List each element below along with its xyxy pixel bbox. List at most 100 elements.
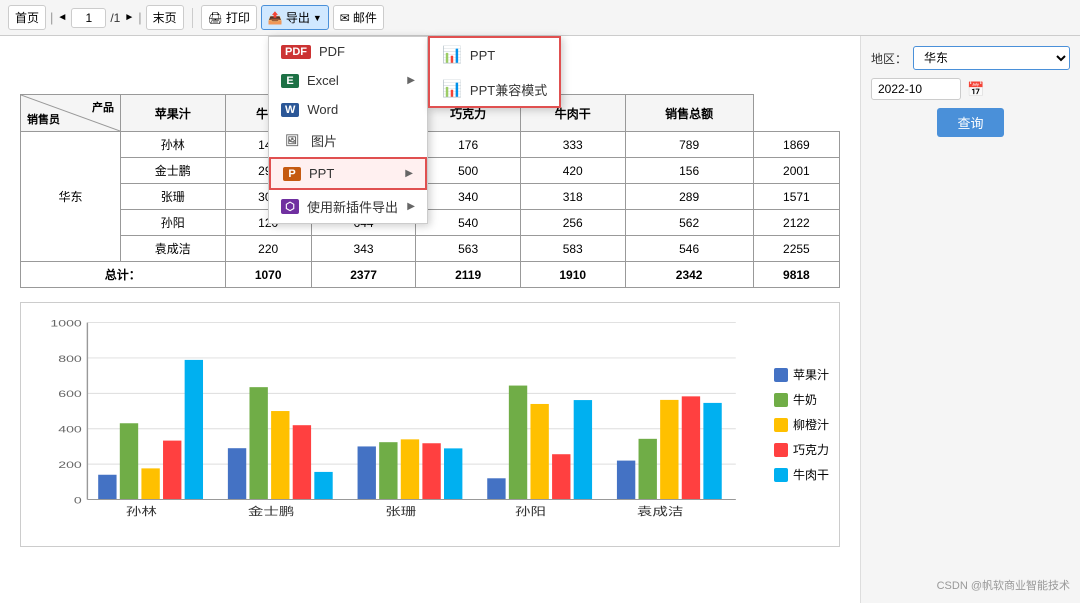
content-area: 地区销售概况 产品 销售员 苹果汁: [0, 36, 1080, 603]
page-total: /1: [110, 11, 120, 25]
toolbar-separator-2: |: [138, 10, 141, 25]
query-button[interactable]: 查询: [937, 108, 1003, 137]
data-table: 产品 销售员 苹果汁 牛奶 柳橙汁 巧克力 牛肉干 销售总额 华东孙林1: [20, 94, 840, 288]
value-cell: 340: [416, 184, 521, 210]
bar-rect: [574, 400, 592, 499]
excel-icon: E: [281, 74, 299, 88]
menu-item-label: 图片: [311, 131, 337, 150]
print-button[interactable]: 🖨 打印: [201, 5, 257, 30]
value-cell: 289: [625, 184, 753, 210]
next-page-icon[interactable]: ►: [124, 12, 134, 23]
total-value-cell: 2377: [311, 262, 416, 288]
svg-text:400: 400: [58, 424, 82, 435]
image-icon: 🖼: [281, 133, 303, 148]
export-menu-item-excel[interactable]: EExcel▶: [269, 66, 427, 95]
svg-text:1000: 1000: [50, 318, 82, 329]
bar-rect: [682, 396, 700, 499]
legend-label: 牛肉干: [793, 466, 829, 483]
right-panel: 地区： 华东 华南 华北 📅 查询: [860, 36, 1080, 603]
export-menu-item-pdf[interactable]: PDFPDF: [269, 37, 427, 66]
value-cell: 789: [625, 132, 753, 158]
export-menu-item-image[interactable]: 🖼 图片: [269, 124, 427, 157]
table-row: 袁成洁2203435635835462255: [21, 236, 840, 262]
toolbar-separator-1: |: [50, 10, 53, 25]
col-header-total: 销售总额: [625, 95, 753, 132]
total-value-cell: 9818: [753, 262, 839, 288]
bar-rect: [617, 461, 635, 500]
value-cell: 420: [520, 158, 625, 184]
export-icon: 📤: [268, 11, 283, 25]
value-cell: 256: [520, 210, 625, 236]
ppt-file-icon: 📊: [442, 45, 462, 65]
page-number-input[interactable]: [71, 8, 106, 28]
salesperson-cell: 张珊: [121, 184, 226, 210]
export-menu-item-word[interactable]: WWord: [269, 95, 427, 124]
value-cell: 220: [225, 236, 311, 262]
submenu-arrow-icon: ▶: [407, 75, 415, 86]
bar-rect: [314, 472, 332, 500]
value-cell: 343: [311, 236, 416, 262]
export-menu-item-plugin[interactable]: ⬡使用新插件导出▶: [269, 190, 427, 223]
bar-rect: [530, 404, 548, 500]
email-label: 邮件: [353, 9, 377, 26]
value-cell: 1571: [753, 184, 839, 210]
table-row: 金士鹏2906355004201562001: [21, 158, 840, 184]
menu-item-label: PPT: [309, 166, 334, 181]
salesperson-cell: 袁成洁: [121, 236, 226, 262]
table-row: 孙阳1206445402565622122: [21, 210, 840, 236]
export-button[interactable]: 📤 导出 ▼: [261, 5, 329, 30]
ppt-icon: P: [283, 167, 301, 181]
value-cell: 583: [520, 236, 625, 262]
submenu-arrow-icon: ▶: [407, 201, 415, 212]
bar-rect: [249, 387, 267, 499]
bar-rect: [358, 446, 376, 499]
ppt-submenu-label: PPT兼容模式: [470, 80, 547, 99]
region-select[interactable]: 华东 华南 华北: [913, 46, 1070, 70]
export-label: 导出: [286, 9, 310, 26]
col-header-applejuice: 苹果汁: [121, 95, 226, 132]
plugin-icon: ⬡: [281, 199, 299, 214]
legend-item: 巧克力: [774, 441, 829, 458]
bar-rect: [120, 423, 138, 499]
region-label: 地区：: [871, 50, 907, 67]
menu-item-label: PDF: [319, 44, 345, 59]
legend-label: 巧克力: [793, 441, 829, 458]
email-icon: ✉: [340, 11, 350, 25]
corner-sales-label: 销售员: [27, 111, 60, 127]
bar-rect: [639, 439, 657, 500]
sep: [192, 8, 193, 28]
svg-text:袁成洁: 袁成洁: [637, 505, 684, 517]
value-cell: 540: [416, 210, 521, 236]
ppt-submenu-item-ppt-normal[interactable]: 📊PPT: [430, 38, 559, 72]
bar-rect: [163, 441, 181, 500]
prev-page-icon[interactable]: ◄: [57, 12, 67, 23]
ppt-submenu: 📊PPT📊PPT兼容模式: [428, 36, 561, 108]
bar-rect: [422, 443, 440, 499]
value-cell: 156: [625, 158, 753, 184]
bar-rect: [487, 478, 505, 499]
region-cell: 华东: [21, 132, 121, 262]
legend-color-box: [774, 418, 788, 432]
ppt-submenu-item-ppt-compat[interactable]: 📊PPT兼容模式: [430, 72, 559, 106]
legend-item: 牛奶: [774, 391, 829, 408]
svg-text:200: 200: [58, 459, 82, 470]
table-row: 华东孙林1404311763337891869: [21, 132, 840, 158]
svg-text:0: 0: [74, 495, 82, 506]
email-button[interactable]: ✉ 邮件: [333, 5, 384, 30]
bar-rect: [379, 442, 397, 499]
date-input[interactable]: [871, 78, 961, 100]
export-menu-item-ppt[interactable]: PPPT▶: [269, 157, 427, 190]
first-page-button[interactable]: 首页: [8, 5, 46, 30]
bar-rect: [703, 403, 721, 500]
calendar-icon[interactable]: 📅: [967, 81, 984, 98]
bar-rect: [660, 400, 678, 500]
value-cell: 2122: [753, 210, 839, 236]
svg-text:600: 600: [58, 388, 82, 399]
value-cell: 333: [520, 132, 625, 158]
chart-area: 02004006008001000孙林金士鹏张珊孙阳袁成洁: [31, 313, 764, 536]
print-label: 打印: [226, 9, 250, 26]
bar-chart: 02004006008001000孙林金士鹏张珊孙阳袁成洁: [31, 313, 764, 533]
region-row: 地区： 华东 华南 华北: [871, 46, 1070, 70]
last-page-button[interactable]: 末页: [146, 5, 184, 30]
export-dropdown: PDFPDFEExcel▶WWord🖼图片PPPT▶⬡使用新插件导出▶: [268, 36, 428, 224]
